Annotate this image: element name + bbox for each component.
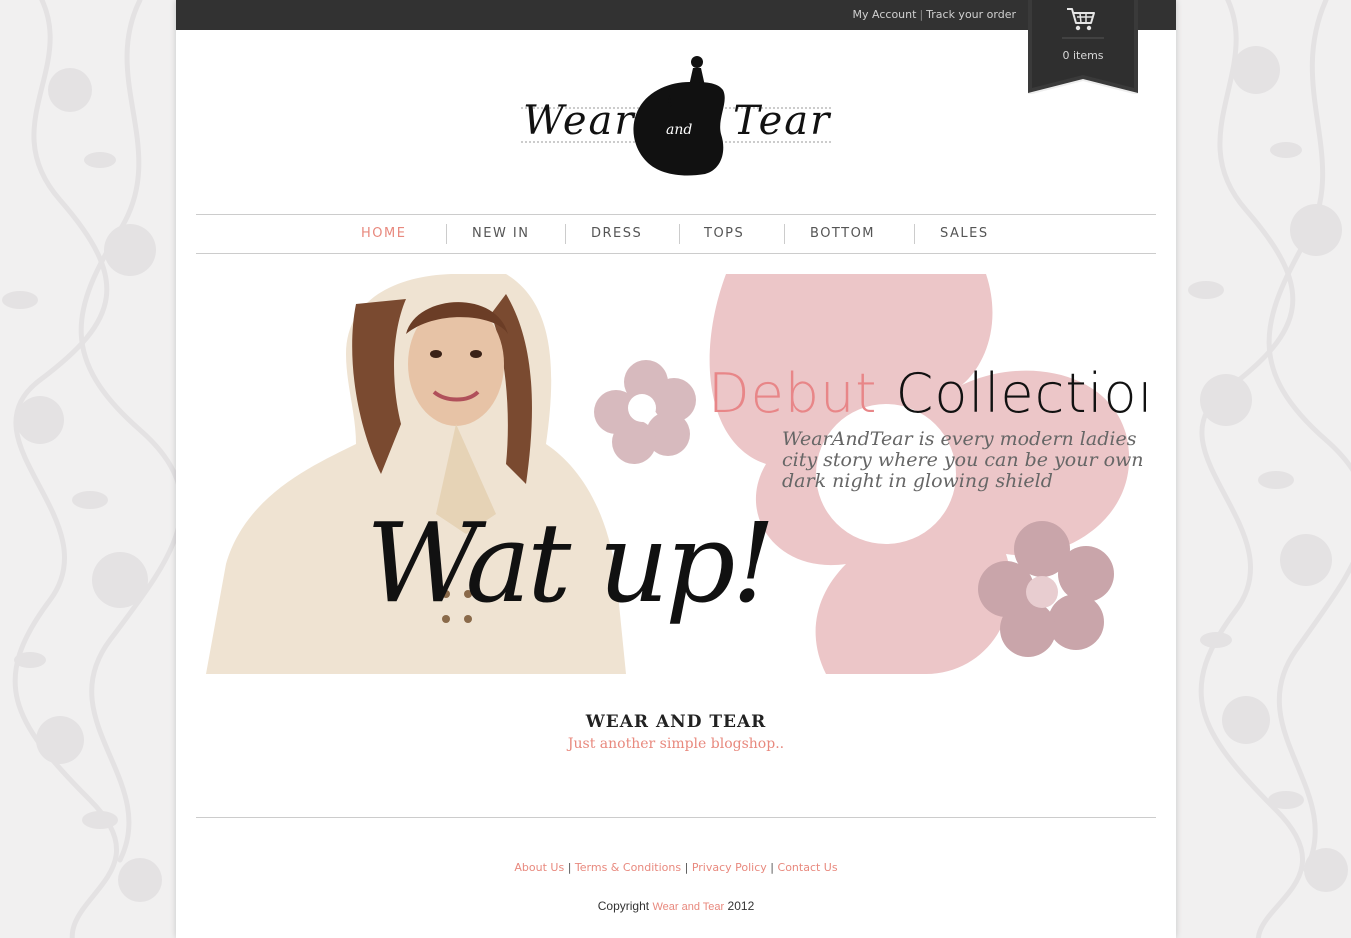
footer-link-separator: | bbox=[770, 861, 775, 874]
logo-text-and: and bbox=[666, 122, 693, 138]
site-name: WEAR AND TEAR bbox=[585, 712, 767, 732]
hero-description: WearAndTear is every modern ladies city … bbox=[782, 428, 1144, 492]
nav-divider bbox=[446, 224, 447, 244]
footer-link-contact[interactable]: Contact Us bbox=[778, 861, 838, 874]
main-navigation: HOME NEW IN DRESS TOPS BOTTOM SALES bbox=[196, 214, 1156, 254]
copyright-year: 2012 bbox=[727, 899, 755, 913]
link-separator: | bbox=[919, 8, 924, 21]
footer-links: About Us | Terms & Conditions | Privacy … bbox=[176, 861, 1176, 874]
copyright-prefix: Copyright bbox=[597, 899, 650, 913]
copyright-brand-link[interactable]: Wear and Tear bbox=[652, 901, 724, 913]
nav-item-bottom[interactable]: BOTTOM bbox=[810, 226, 875, 241]
footer-link-privacy[interactable]: Privacy Policy bbox=[692, 861, 767, 874]
hero-banner[interactable]: Debut Collection WearAndTear is every mo… bbox=[206, 274, 1146, 674]
nav-divider bbox=[679, 224, 680, 244]
nav-divider bbox=[784, 224, 785, 244]
copyright: Copyright Wear and Tear 2012 bbox=[176, 899, 1176, 913]
footer-link-separator: | bbox=[684, 861, 689, 874]
hero-script-text: Wat up! bbox=[366, 499, 776, 627]
my-account-link[interactable]: My Account bbox=[853, 8, 917, 21]
nav-item-tops[interactable]: TOPS bbox=[704, 226, 744, 241]
site-tagline: Just another simple blogshop.. bbox=[567, 736, 785, 752]
nav-item-dress[interactable]: DRESS bbox=[591, 226, 642, 241]
hero-title: Debut Collection bbox=[708, 362, 1146, 425]
logo-text-tear: Tear bbox=[733, 98, 832, 144]
cart-button[interactable]: 0 items bbox=[1028, 0, 1138, 94]
background-floral-pattern-left bbox=[0, 0, 176, 938]
shopping-cart-icon bbox=[1067, 8, 1095, 31]
footer-link-about-us[interactable]: About Us bbox=[514, 861, 564, 874]
hero-title-main: Collection bbox=[895, 362, 1146, 425]
logo-text-wear: Wear bbox=[523, 98, 636, 144]
nav-item-home[interactable]: HOME bbox=[361, 226, 406, 241]
footer-link-separator: | bbox=[567, 861, 572, 874]
page-container: My Account | Track your order 0 items We… bbox=[176, 0, 1176, 938]
cart-item-count: 0 items bbox=[1062, 49, 1104, 62]
account-links: My Account | Track your order bbox=[853, 8, 1016, 21]
site-logo[interactable]: Wear and Tear bbox=[521, 52, 831, 184]
top-bar: My Account | Track your order bbox=[176, 0, 1176, 30]
background-floral-pattern-right bbox=[1176, 0, 1351, 938]
hero-title-highlight: Debut bbox=[708, 362, 878, 425]
footer-link-terms[interactable]: Terms & Conditions bbox=[575, 861, 681, 874]
nav-item-new-in[interactable]: NEW IN bbox=[472, 226, 529, 241]
nav-divider bbox=[914, 224, 915, 244]
nav-item-sales[interactable]: SALES bbox=[940, 226, 989, 241]
track-order-link[interactable]: Track your order bbox=[926, 8, 1016, 21]
footer-divider bbox=[196, 817, 1156, 818]
nav-divider bbox=[565, 224, 566, 244]
